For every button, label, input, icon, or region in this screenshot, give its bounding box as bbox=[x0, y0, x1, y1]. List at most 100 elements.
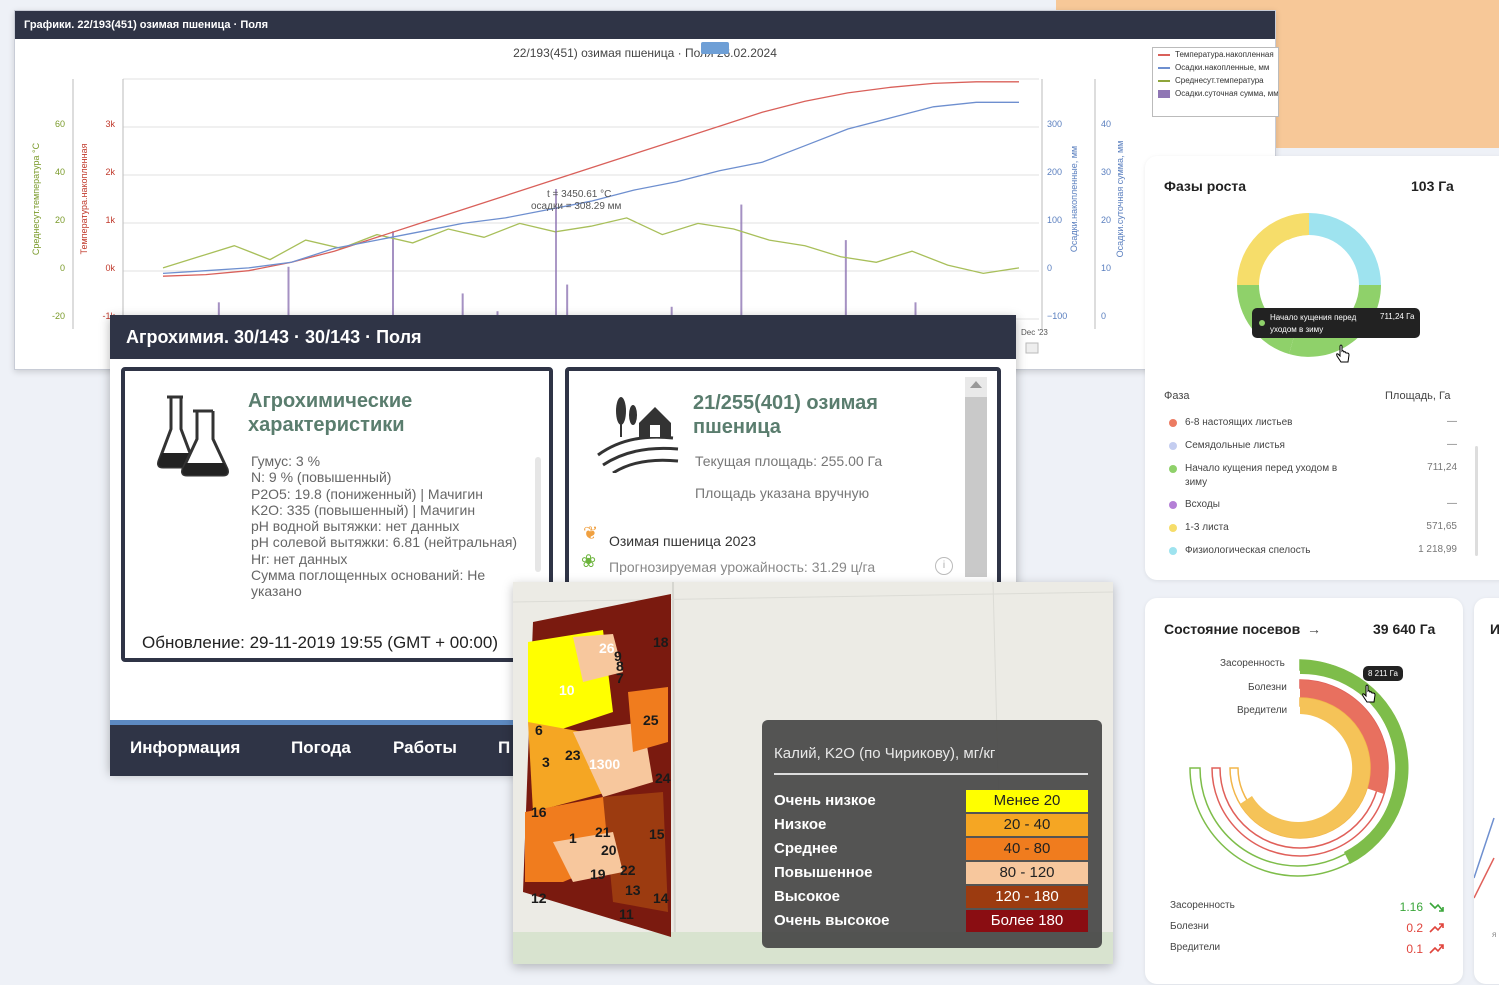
tick-label: 60 bbox=[55, 119, 65, 129]
field-label[interactable]: 12 bbox=[531, 890, 547, 906]
field-label[interactable]: 15 bbox=[649, 826, 665, 842]
growth-donut[interactable] bbox=[1229, 211, 1409, 371]
tab-information[interactable]: Информация bbox=[130, 738, 240, 758]
crop-row-value: 1.16 bbox=[1399, 900, 1423, 914]
field-label[interactable]: 23 bbox=[565, 747, 581, 763]
chart-legend: Температура.накопленная Осадки.накопленны… bbox=[1152, 47, 1279, 117]
field-label[interactable]: 1300 bbox=[589, 756, 620, 772]
phase-row[interactable]: 6-8 настоящих листьев — bbox=[1167, 416, 1457, 430]
property-item: N: 9 % (повышенный) bbox=[251, 469, 392, 486]
scroll-right-icon[interactable] bbox=[1025, 342, 1039, 354]
legend-item[interactable]: Температура.накопленная bbox=[1153, 48, 1278, 61]
legend-label: Среднесут.температура bbox=[1175, 76, 1264, 85]
legend-title: Калий, K2O (по Чирикову), мг/кг bbox=[774, 745, 996, 762]
legend-row-label: Очень высокое bbox=[774, 912, 890, 929]
wheat-icon: ❦ bbox=[583, 523, 599, 543]
scrollbar[interactable] bbox=[1475, 446, 1478, 556]
phase-value: — bbox=[1447, 416, 1457, 427]
phase-name: Физиологическая спелость bbox=[1185, 545, 1311, 556]
crop-row-label: Засоренность bbox=[1170, 900, 1235, 911]
field-label[interactable]: 19 bbox=[590, 866, 606, 882]
field-label[interactable]: 20 bbox=[601, 842, 617, 858]
tab-more[interactable]: П bbox=[498, 738, 510, 758]
chart-marker-icon[interactable] bbox=[701, 42, 729, 54]
tick-label: 0k bbox=[105, 263, 115, 273]
tab-works[interactable]: Работы bbox=[393, 738, 457, 758]
field-label[interactable]: 24 bbox=[655, 770, 671, 786]
crop-tooltip: 8 211 Га bbox=[1363, 666, 1403, 681]
field-label[interactable]: 13 bbox=[625, 882, 641, 898]
field-label[interactable]: 7 bbox=[616, 670, 624, 686]
crop-title[interactable]: Состояние посевов bbox=[1164, 621, 1300, 637]
phase-row[interactable]: Начало кущения перед уходом в зиму 711,24 bbox=[1167, 462, 1457, 490]
col-phase: Фаза bbox=[1164, 390, 1190, 402]
legend-row-value: Менее 20 bbox=[966, 790, 1088, 812]
field-label[interactable]: 3 bbox=[542, 754, 550, 770]
crop-total: 39 640 Га bbox=[1373, 621, 1436, 637]
legend-item[interactable]: Осадки.суточная сумма, мм bbox=[1153, 87, 1278, 100]
field-label[interactable]: 16 bbox=[531, 804, 547, 820]
crop-row-value: 0.2 bbox=[1406, 921, 1423, 935]
tick-label: 10 bbox=[1101, 263, 1111, 273]
legend-row-label: Повышенное bbox=[774, 864, 873, 881]
field-label[interactable]: 6 bbox=[535, 722, 543, 738]
scrollbar[interactable] bbox=[535, 457, 541, 572]
tick-label: 2k bbox=[105, 167, 115, 177]
map-legend: Калий, K2O (по Чирикову), мг/кг Очень ни… bbox=[762, 720, 1102, 948]
crop-row[interactable]: Засоренность 1.16 bbox=[1170, 900, 1445, 914]
phase-value: 1 218,99 bbox=[1418, 544, 1457, 555]
legend-row: Среднее 40 - 80 bbox=[774, 838, 1094, 860]
phase-dot bbox=[1169, 419, 1177, 427]
phase-name: 6-8 настоящих листьев bbox=[1185, 417, 1293, 428]
tick-label: 0 bbox=[60, 263, 65, 273]
agrochemistry-title[interactable]: Агрохимия. 30/143 · 30/143 · Поля bbox=[110, 315, 1016, 359]
legend-row-label: Очень низкое bbox=[774, 792, 876, 809]
tick-label: 3k bbox=[105, 119, 115, 129]
phase-dot bbox=[1169, 442, 1177, 450]
arrow-right-icon[interactable]: → bbox=[1307, 621, 1321, 637]
field-label[interactable]: 21 bbox=[595, 824, 611, 840]
phase-name: 1-3 листа bbox=[1185, 522, 1229, 533]
legend-row-value: 120 - 180 bbox=[966, 886, 1088, 908]
chart-title: 22/193(451) озимая пшеница · Поля 26.02.… bbox=[513, 46, 777, 60]
chart-window-title[interactable]: Графики. 22/193(451) озимая пшеница · По… bbox=[15, 11, 1275, 39]
legend-item[interactable]: Осадки.накопленные, мм bbox=[1153, 61, 1278, 74]
info-icon[interactable]: i bbox=[935, 557, 953, 575]
field-label[interactable]: 25 bbox=[643, 712, 659, 728]
field-label[interactable]: 26 bbox=[599, 640, 615, 656]
col-area: Площадь, Га bbox=[1385, 390, 1451, 402]
phase-value: 711,24 bbox=[1427, 462, 1457, 473]
tab-weather[interactable]: Погода bbox=[291, 738, 351, 758]
legend-label: Осадки.накопленные, мм bbox=[1175, 63, 1270, 72]
phase-name: Всходы bbox=[1185, 499, 1220, 510]
crop-name[interactable]: Озимая пшеница 2023 bbox=[609, 533, 756, 549]
scroll-thumb[interactable] bbox=[965, 397, 987, 577]
legend-row: Повышенное 80 - 120 bbox=[774, 862, 1094, 884]
phase-row[interactable]: Всходы — bbox=[1167, 498, 1457, 512]
scrollbar[interactable] bbox=[965, 377, 987, 577]
scroll-up-icon[interactable] bbox=[970, 381, 982, 388]
field-card: 21/255(401) озимая пшеница Текущая площа… bbox=[565, 367, 1001, 589]
phase-row[interactable]: 1-3 листа 571,65 bbox=[1167, 521, 1457, 535]
crop-row[interactable]: Болезни 0.2 bbox=[1170, 921, 1445, 935]
property-item: pH солевой вытяжки: 6.81 (нейтральная) bbox=[251, 534, 518, 551]
tooltip-value: 711,24 Га bbox=[1380, 312, 1415, 321]
field-label[interactable]: 22 bbox=[620, 862, 636, 878]
phase-row[interactable]: Физиологическая спелость 1 218,99 bbox=[1167, 544, 1457, 558]
phase-row[interactable]: Семядольные листья — bbox=[1167, 439, 1457, 453]
property-item: Сумма поглощенных оснований: Не указано bbox=[251, 567, 486, 600]
crop-row[interactable]: Вредители 0.1 bbox=[1170, 942, 1445, 956]
partial-chart bbox=[1474, 817, 1495, 899]
map-window[interactable]: 26 18 9 8 7 10 25 6 23 3 1300 24 16 1 21 20 15 19 22 13 14 12… bbox=[513, 582, 1113, 964]
field-label[interactable]: 10 bbox=[559, 682, 575, 698]
crop-rings-chart[interactable] bbox=[1175, 650, 1445, 890]
field-label[interactable]: 18 bbox=[653, 634, 669, 650]
field-label[interactable]: 11 bbox=[619, 906, 634, 922]
field-label[interactable]: 14 bbox=[653, 890, 669, 906]
cursor-hand-icon bbox=[1336, 344, 1350, 363]
legend-item[interactable]: Среднесут.температура bbox=[1153, 74, 1278, 87]
growth-tooltip: Начало кущения перед уходом в зиму 711,2… bbox=[1252, 308, 1420, 338]
tick-label: 200 bbox=[1047, 167, 1062, 177]
updated-text: Обновление: 29-11-2019 19:55 (GMT + 00:0… bbox=[142, 633, 498, 652]
field-label[interactable]: 1 bbox=[569, 830, 577, 846]
